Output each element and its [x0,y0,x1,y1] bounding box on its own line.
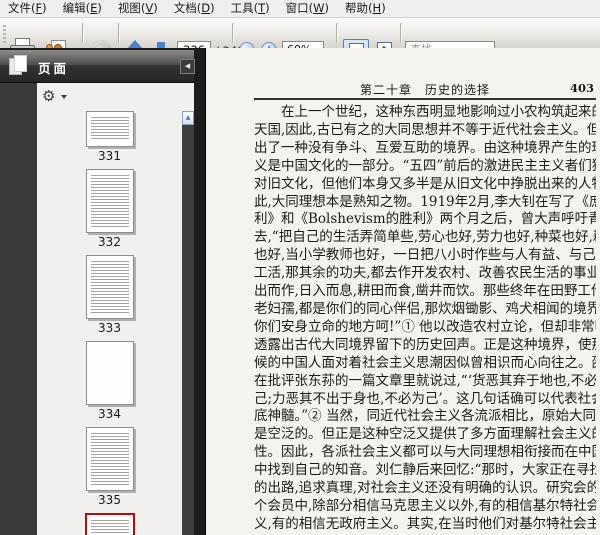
text-line: 出了一种没有争斗、互爱互助的境界。由这种境界产生的理想主 [254,139,596,156]
text-line: 对旧文化，但他们本身又多半是从旧文化中挣脱出来的人物。因 [254,175,596,192]
thumbnail-page-image[interactable] [84,513,135,535]
text-line: 去,“把自己的生活弄简单些,劳心也好,劳力也好,种菜也好,耕田 [254,229,596,246]
thumbnail-page-image[interactable] [85,255,134,319]
text-line: 老妇孺,都是你们的同心伴侣,那炊烟锄影、鸡犬相闻的境界,才是 [254,300,596,317]
thumbnail-page-label: 331 [98,149,121,163]
thumbnail-page-label: 332 [98,235,121,249]
menu-V[interactable]: 视图(V) [110,0,166,18]
text-line: 义是中国文化的一部分。“五四”前后的激进民主主义者们猛烈反 [254,157,596,174]
options-dropdown-caret[interactable] [61,95,67,99]
header-rule [254,98,596,100]
menu-W[interactable]: 窗口(W) [278,0,337,18]
text-line: 候的中国人面对着社会主义思潮因似曾相识而心向往之。邵力子 [254,354,596,371]
thumbnail-list: 331 332 333 334 335 [37,111,182,535]
page-thumbnail[interactable]: 333 [37,255,182,335]
menu-T[interactable]: 工具(T) [223,0,278,18]
menu-D[interactable]: 文档(D) [166,0,223,18]
pages-panel-title: 页面 [38,61,70,76]
text-line: 是空泛的。但正是这种空泛又提供了多方面理解社会主义的可能 [254,426,596,443]
page-thumbnail-current[interactable] [37,513,182,535]
pages-panel-icon[interactable] [9,55,29,78]
text-line: 此,大同理想本是熟知之物。1919年2月,李大钊在写了《庶民的胜 [254,193,596,210]
menu-H[interactable]: 帮助(H) [337,0,394,18]
navigation-strip [0,83,37,535]
thumbnail-page-label: 333 [98,321,121,335]
text-line: 在批评张东荪的一篇文章里就说过,“‘货恶其弃于地也,不必藏于 [254,372,596,389]
menu-F[interactable]: 文件(F) [0,0,55,18]
text-line: 出而作,日入而息,耕田而食,凿井而饮。那些终年在田野工作的父 [254,283,596,300]
text-line: 义,有的相信无政府主义。其实,在当时他们对基尔特社会主义和 [254,515,596,532]
text-line: 己;力恶其不出于身也,不必为己’。这几句话确可以代表社会主义 [254,390,596,407]
text-line: 性。因此，各派社会主义都可以与大同理想相衔接而在中国人当 [254,444,596,461]
text-line: 的出路,追求真理,对社会主义还没有明确的认识。研究会的几十 [254,480,596,497]
text-line: 底神髓。”② 当然，同近代社会主义各流派相比，原始大同理想又 [254,408,596,425]
thumbnail-page-image[interactable] [85,169,134,233]
content-area: 页面 ◀ ⚙ 331 332 333 334 335 ▲ 第二十章 历史的选择 40 [0,48,600,535]
text-line: 中找到自己的知音。刘仁静后来回忆:“那时，大家正在寻找国家 [254,462,596,479]
page-thumbnail[interactable]: 331 [37,111,182,163]
thumbnail-page-label: 335 [98,493,121,507]
page-thumbnails-panel: ⚙ 331 332 333 334 335 ▲ [37,83,194,535]
page-text: 在上一个世纪，这种东西明显地影响过小农构筑起来的太平 天国,因此,古已有之的大同思… [254,104,596,534]
pages-panel-header: 页面 ◀ [0,50,195,83]
page-number: 403 [569,81,594,95]
toolbar: / 348 − + 60% ↔ ↕↔ [0,18,600,65]
panel-options-row: ⚙ [37,83,194,111]
page-thumbnail[interactable]: 334 [37,341,182,421]
text-line: 天国,因此,古已有之的大同思想并不等于近代社会主义。但它画 [254,121,596,138]
text-line: 你们安身立命的地方呵!”① 他以改造农村立论，但却非常明显地 [254,318,596,335]
page-thumbnail[interactable]: 332 [37,169,182,249]
page-running-header: 第二十章 历史的选择 403 [254,81,596,97]
thumbnail-page-image[interactable] [85,341,134,405]
text-line: 利》和《Bolshevism的胜利》两个月之后，曾大声呼吁青年到农村 [254,211,596,228]
text-line: 也好,当小学教师也好，一日把八小时作些与人有益、与己有益的 [254,247,596,264]
text-line: 在上一个世纪，这种东西明显地影响过小农构筑起来的太平 [254,104,596,120]
pdf-reader-window: 文件(F)编辑(E)视图(V)文档(D)工具(T)窗口(W)帮助(H) / 34… [0,0,600,535]
menu-E[interactable]: 编辑(E) [55,0,110,18]
text-line: 工活,那其余的功夫,都去作开发农村、改善农民生活的事业”,“日 [254,265,596,282]
thumbnail-page-label: 334 [98,407,121,421]
menu-bar: 文件(F) 编辑(E) 视图(V) 文档(D) 工具(T) 窗口(W) 帮助(H) [0,0,600,18]
thumbnail-page-image[interactable] [85,111,134,147]
document-page[interactable]: 第二十章 历史的选择 403 在上一个世纪，这种东西明显地影响过小农构筑起来的太… [205,48,600,535]
scroll-up-button[interactable]: ▲ [182,111,194,125]
text-line: 个会员中,除部分相信马克思主义以外,有的相信基尔特社会主 [254,497,596,514]
toolbar-grip [3,25,6,43]
page-thumbnail[interactable]: 335 [37,427,182,507]
thumbnail-scrollbar[interactable]: ▲ [182,111,194,535]
text-line: 透露出古代大同境界留下的历史回声。正是这种境界，使那个时 [254,336,596,353]
thumbnail-page-image[interactable] [85,427,134,491]
chapter-title: 第二十章 历史的选择 [359,83,490,97]
collapse-panel-button[interactable]: ◀ [180,59,195,74]
gear-icon[interactable]: ⚙ [42,87,55,105]
